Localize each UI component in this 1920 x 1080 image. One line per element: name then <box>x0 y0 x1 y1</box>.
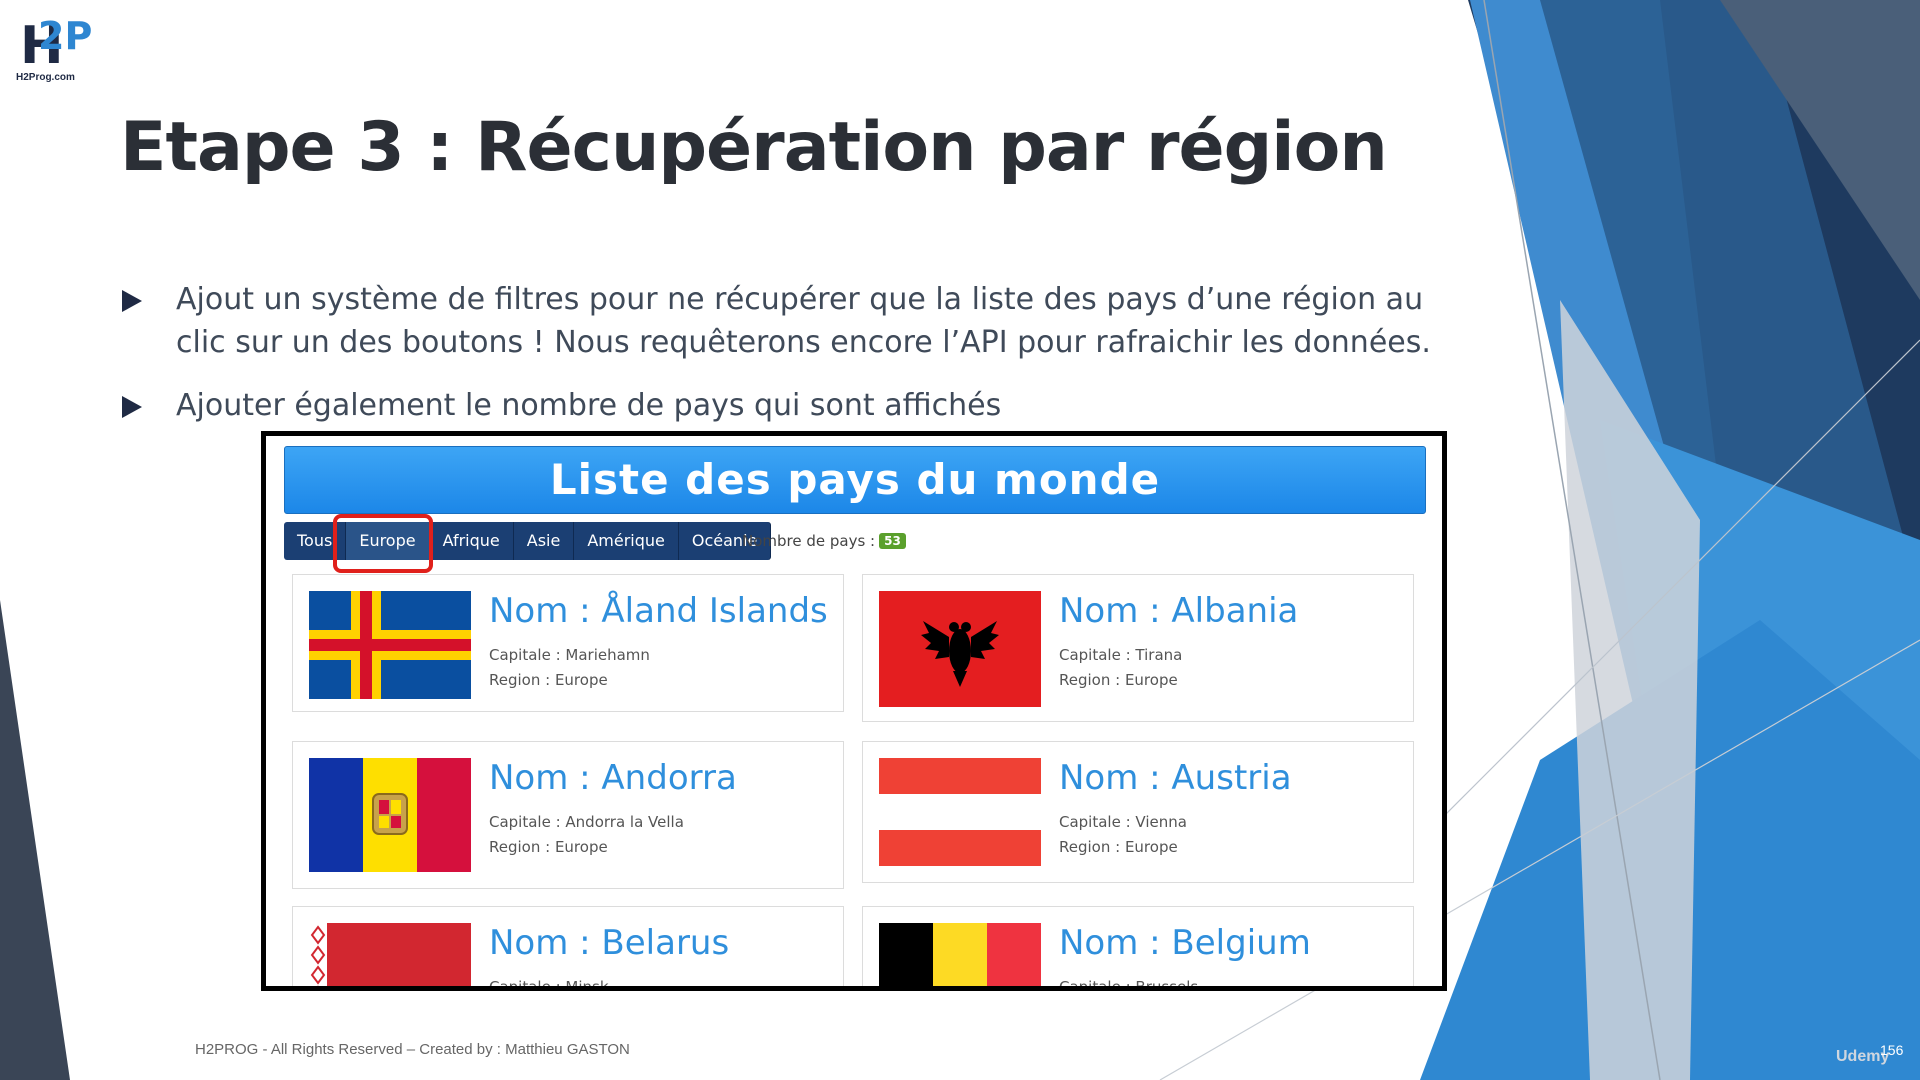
country-card[interactable]: Nom : Austria Capitale : Vienna Region :… <box>862 741 1414 883</box>
country-region: Region : Europe <box>489 838 608 856</box>
country-count-badge: 53 <box>879 533 906 549</box>
belgium-flag-icon <box>879 923 1041 986</box>
bullet-text: Ajout un système de filtres pour ne récu… <box>176 282 1431 360</box>
country-capital: Capitale : Brussels <box>1059 978 1199 991</box>
country-capital: Capitale : Andorra la Vella <box>489 813 684 831</box>
bullet-item: Ajouter également le nombre de pays qui … <box>120 384 1440 427</box>
country-count: Nombre de pays :53 <box>742 532 906 550</box>
country-name: Nom : Åland Islands <box>489 591 828 631</box>
country-capital: Capitale : Minsk <box>489 978 609 991</box>
country-name: Nom : Belarus <box>489 923 730 963</box>
country-info: Capitale : Tirana Region : Europe <box>1059 643 1182 693</box>
country-info: Capitale : Minsk <box>489 975 609 991</box>
app-banner-title: Liste des pays du monde <box>284 446 1426 514</box>
country-name: Nom : Albania <box>1059 591 1299 631</box>
bullet-arrow-icon <box>122 290 142 312</box>
belarus-flag-icon <box>309 923 471 986</box>
filter-button-america[interactable]: Amérique <box>574 522 679 560</box>
country-card[interactable]: Nom : Belarus Capitale : Minsk <box>292 906 844 991</box>
app-screenshot: Liste des pays du monde Tous Europe Afri… <box>261 431 1447 991</box>
bullet-text: Ajouter également le nombre de pays qui … <box>176 388 1002 423</box>
country-region: Region : Europe <box>1059 838 1178 856</box>
filter-button-africa[interactable]: Afrique <box>429 522 514 560</box>
country-info: Capitale : Mariehamn Region : Europe <box>489 643 650 693</box>
country-name: Nom : Austria <box>1059 758 1292 798</box>
filter-button-asia[interactable]: Asie <box>513 522 575 560</box>
slide-footer: H2PROG - All Rights Reserved – Created b… <box>195 1041 630 1058</box>
bullet-arrow-icon <box>122 396 142 418</box>
h2prog-logo: H 2P H2Prog.com <box>16 16 92 86</box>
country-capital: Capitale : Vienna <box>1059 813 1187 831</box>
country-name: Nom : Andorra <box>489 758 737 798</box>
logo-mark-accent: 2P <box>38 14 93 58</box>
bullet-list: Ajout un système de filtres pour ne récu… <box>120 278 1440 447</box>
country-name: Nom : Belgium <box>1059 923 1311 963</box>
andorra-flag-icon <box>309 758 471 872</box>
country-card[interactable]: Nom : Andorra Capitale : Andorra la Vell… <box>292 741 844 889</box>
austria-flag-icon <box>879 758 1041 866</box>
country-info: Capitale : Andorra la Vella Region : Eur… <box>489 810 684 860</box>
logo-site-text: H2Prog.com <box>16 72 75 83</box>
page-number: 156 <box>1880 1042 1904 1058</box>
country-info: Capitale : Vienna Region : Europe <box>1059 810 1187 860</box>
country-card[interactable]: Nom : Belgium Capitale : Brussels <box>862 906 1414 991</box>
bullet-item: Ajout un système de filtres pour ne récu… <box>120 278 1440 364</box>
highlight-box <box>333 514 433 573</box>
albania-flag-icon <box>879 591 1041 707</box>
country-region: Region : Europe <box>489 671 608 689</box>
country-capital: Capitale : Mariehamn <box>489 646 650 664</box>
aland-flag-icon <box>309 591 471 699</box>
country-capital: Capitale : Tirana <box>1059 646 1183 664</box>
slide-title: Etape 3 : Récupération par région <box>120 108 1388 187</box>
country-count-label: Nombre de pays : <box>742 532 876 550</box>
country-info: Capitale : Brussels <box>1059 975 1199 991</box>
country-card[interactable]: Nom : Albania Capitale : Tirana Region :… <box>862 574 1414 722</box>
country-card[interactable]: Nom : Åland Islands Capitale : Mariehamn… <box>292 574 844 712</box>
country-region: Region : Europe <box>1059 671 1178 689</box>
